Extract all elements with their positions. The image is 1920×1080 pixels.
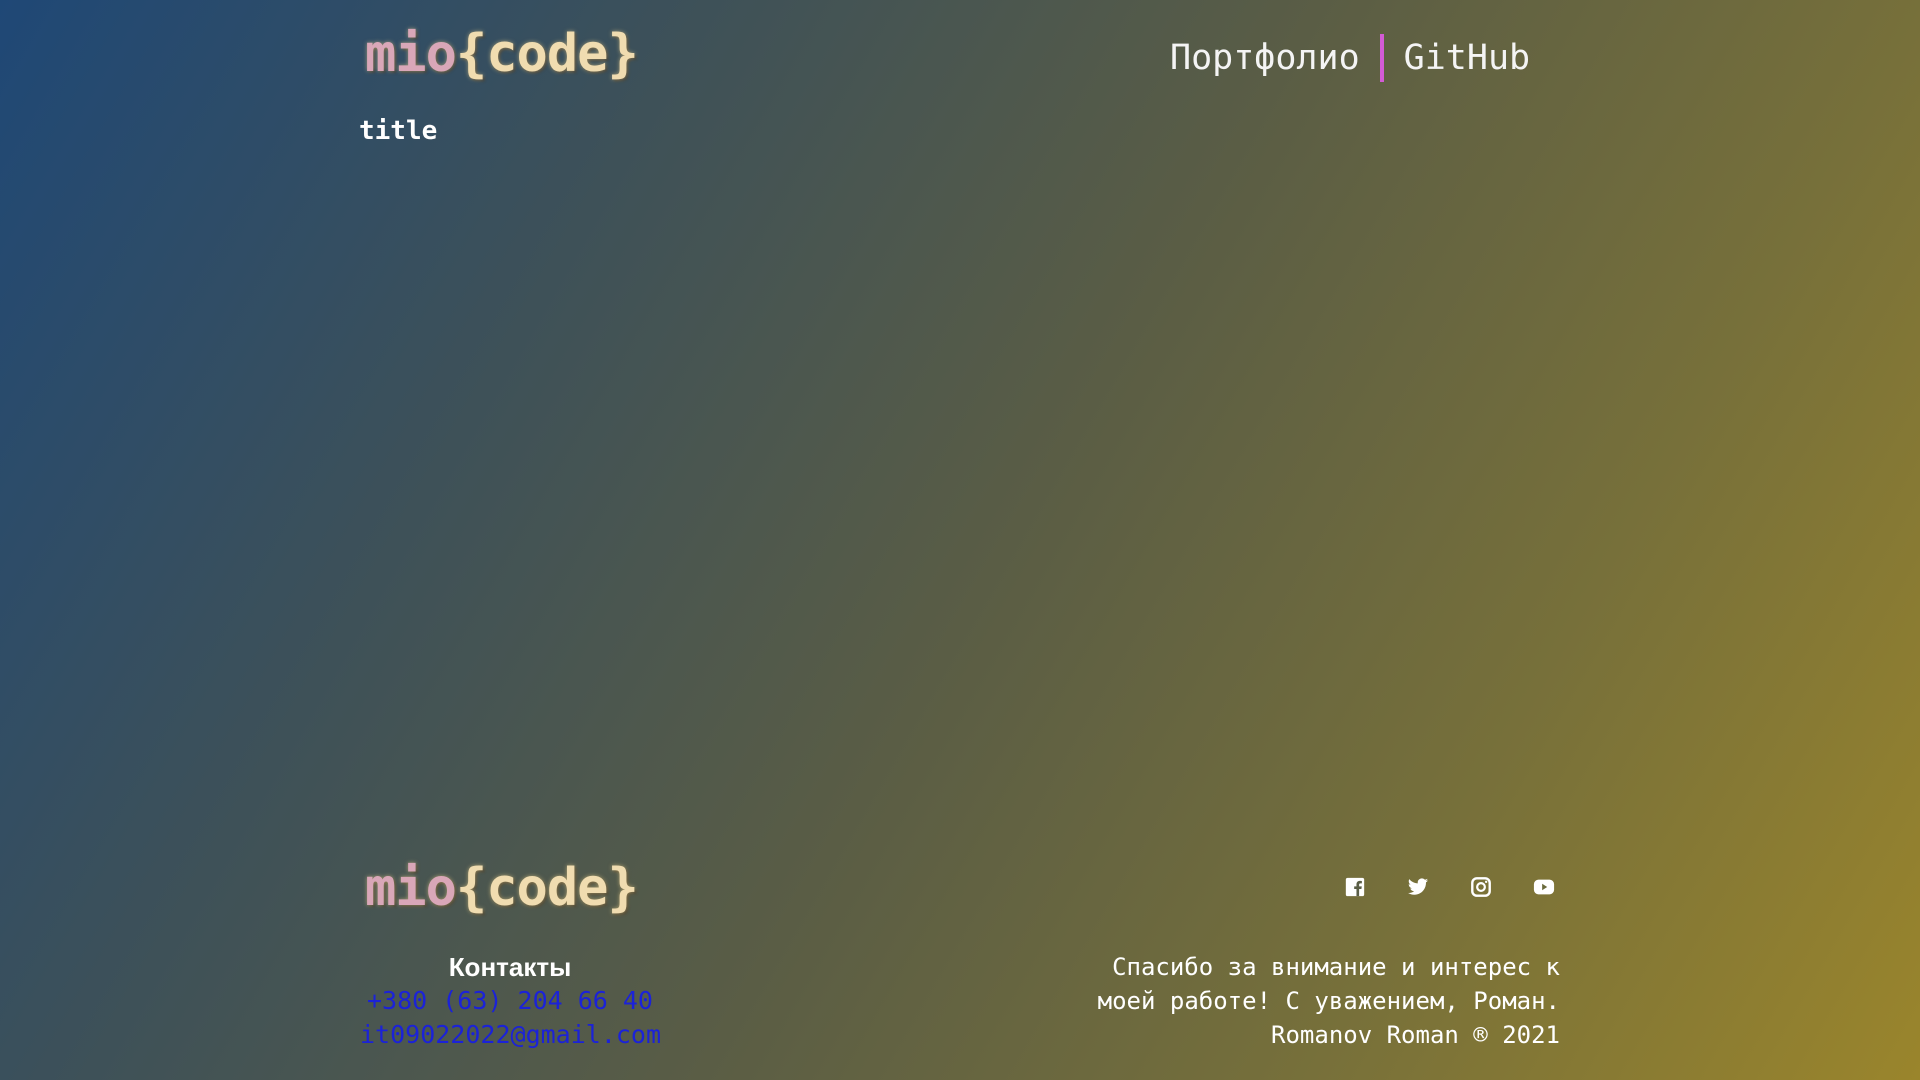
email-link[interactable]: it09022022@gmail.com <box>360 1018 661 1052</box>
contacts-block: Контакты +380 (63) 204 66 40 it09022022@… <box>360 950 661 1052</box>
contacts-title: Контакты <box>448 952 572 982</box>
thanks-line-1: Спасибо за внимание и интерес к <box>1112 953 1560 981</box>
logo-text-code: {code} <box>455 24 639 84</box>
nav-link-portfolio[interactable]: Портфолио <box>1170 38 1360 78</box>
main-nav: Портфолио GitHub <box>1170 34 1530 82</box>
copyright-text: Romanov Roman ® 2021 <box>1271 1021 1560 1049</box>
thanks-message: Спасибо за внимание и интерес к моей раб… <box>1040 950 1560 1052</box>
header-logo[interactable]: mio{code} <box>365 24 639 84</box>
youtube-icon[interactable] <box>1533 876 1555 898</box>
logo-text-code: {code} <box>455 858 639 918</box>
footer-logo[interactable]: mio{code} <box>365 858 639 918</box>
logo-text-mio: mio <box>365 858 457 918</box>
logo-text-mio: mio <box>365 24 457 84</box>
instagram-icon[interactable] <box>1470 876 1492 898</box>
twitter-icon[interactable] <box>1407 876 1429 898</box>
nav-separator <box>1379 34 1384 82</box>
social-links <box>1344 876 1555 898</box>
nav-link-github[interactable]: GitHub <box>1404 38 1530 78</box>
facebook-icon[interactable] <box>1344 876 1366 898</box>
page-title: title <box>359 116 438 146</box>
thanks-line-2: моей работе! С уважением, Роман. <box>1097 987 1560 1015</box>
phone-link[interactable]: +380 (63) 204 66 40 <box>360 984 660 1018</box>
